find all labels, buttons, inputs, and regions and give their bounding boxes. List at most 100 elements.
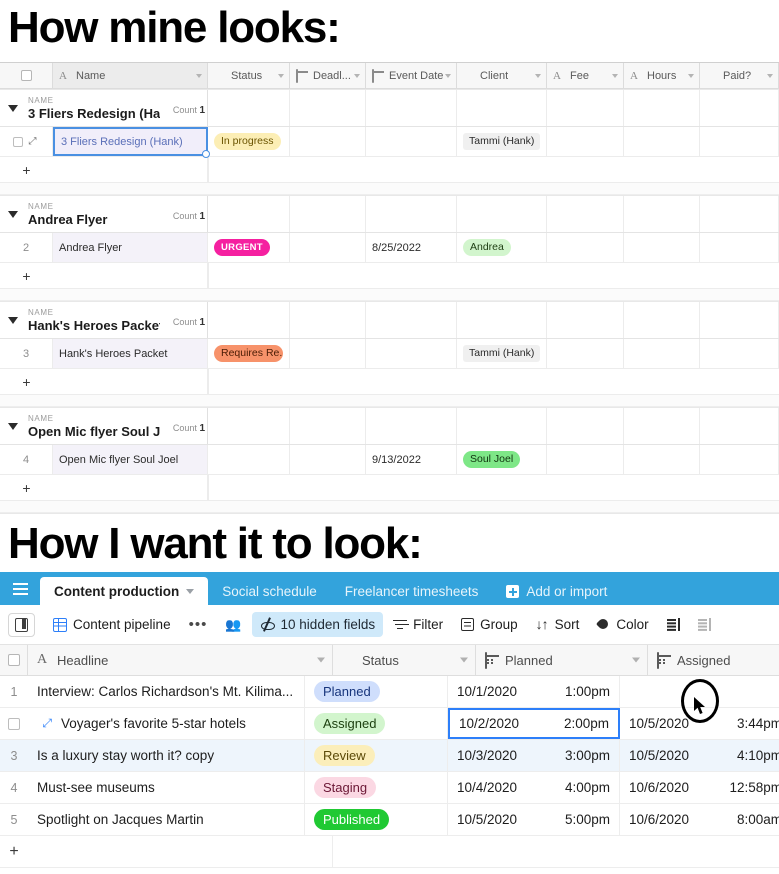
plus-icon[interactable]: + <box>0 481 53 495</box>
cell-status[interactable]: Staging <box>305 772 448 803</box>
chevron-down-icon[interactable] <box>535 73 541 78</box>
top-header-deadline[interactable]: Deadl... <box>290 63 366 88</box>
chevron-down-icon[interactable] <box>317 657 325 663</box>
plus-icon[interactable]: + <box>0 163 53 177</box>
cell-status[interactable]: URGENT <box>208 233 290 262</box>
header-status[interactable]: Status <box>333 645 476 675</box>
row-controls[interactable]: ⤢ <box>0 127 53 156</box>
cell-event-date[interactable] <box>366 127 457 156</box>
cell-hours[interactable] <box>624 127 700 156</box>
hidden-fields-button[interactable]: 10 hidden fields <box>251 612 384 637</box>
table-row[interactable]: 4 Must-see museums Staging 10/4/2020 4:0… <box>0 772 779 804</box>
cell-assigned[interactable]: 10/6/2020 8:00am <box>620 804 779 835</box>
cell-fee[interactable] <box>547 233 624 262</box>
hamburger-menu-icon[interactable] <box>0 572 40 605</box>
sidebar-toggle-button[interactable] <box>8 612 35 637</box>
collapse-triangle-icon[interactable] <box>8 316 18 324</box>
add-row-button[interactable]: + <box>0 263 779 289</box>
row-controls[interactable] <box>0 708 28 739</box>
cell-status[interactable] <box>208 445 290 474</box>
expand-record-button[interactable]: ⤢ <box>28 708 52 739</box>
checkbox-icon[interactable] <box>20 70 32 81</box>
cell-event-date[interactable]: 9/13/2022 <box>366 445 457 474</box>
top-header-select-all[interactable] <box>0 63 53 88</box>
group-header[interactable]: NAME Open Mic flyer Soul Joe Count 1 <box>0 407 779 445</box>
collapse-triangle-icon[interactable] <box>8 210 18 218</box>
cell-status[interactable]: Assigned <box>305 708 448 739</box>
collapse-triangle-icon[interactable] <box>8 104 18 112</box>
cell-assigned[interactable]: 10/5/2020 3:44pm <box>620 708 779 739</box>
color-button[interactable]: Color <box>589 612 656 637</box>
plus-icon[interactable]: + <box>0 375 53 389</box>
cell-client[interactable]: Soul Joel <box>457 445 547 474</box>
cell-deadline[interactable] <box>290 127 366 156</box>
table-row[interactable]: 2 Andrea Flyer URGENT 8/25/2022 Andrea <box>0 233 779 263</box>
cell-headline[interactable]: Spotlight on Jacques Martin <box>28 804 305 835</box>
top-header-paid[interactable]: Paid? <box>700 63 779 88</box>
cell-name[interactable]: Hank's Heroes Packet <box>53 339 208 368</box>
cell-hours[interactable] <box>624 339 700 368</box>
add-row-button[interactable]: + <box>0 836 779 868</box>
group-header[interactable]: NAME Andrea Flyer Count 1 <box>0 195 779 233</box>
top-header-status[interactable]: Status <box>208 63 290 88</box>
checkbox-icon[interactable] <box>8 717 20 730</box>
view-name-button[interactable]: Content pipeline <box>45 612 179 637</box>
cell-fee[interactable] <box>547 445 624 474</box>
cell-client[interactable]: Tammi (Hank) <box>457 127 547 156</box>
group-button[interactable]: Group <box>453 612 526 637</box>
header-select-all[interactable] <box>0 645 28 675</box>
cell-planned-selected[interactable]: 10/2/2020 2:00pm <box>448 708 620 739</box>
table-row[interactable]: 5 Spotlight on Jacques Martin Published … <box>0 804 779 836</box>
cell-name[interactable]: 3 Fliers Redesign (Hank) <box>53 127 210 158</box>
cell-paid[interactable] <box>700 339 779 368</box>
checkbox-icon[interactable] <box>7 654 20 666</box>
cell-status[interactable]: In progress <box>208 127 290 156</box>
top-header-fee[interactable]: Fee <box>547 63 624 88</box>
expand-record-icon[interactable]: ⤢ <box>42 716 52 731</box>
group-header-partial[interactable]: NAME <box>0 513 779 514</box>
tab-content-production[interactable]: Content production <box>40 577 209 605</box>
add-row-button[interactable]: + <box>0 157 779 183</box>
cell-event-date[interactable] <box>366 339 457 368</box>
chevron-down-icon[interactable] <box>196 73 202 78</box>
checkbox-icon[interactable] <box>12 136 23 147</box>
cell-paid[interactable] <box>700 445 779 474</box>
cell-name[interactable]: Open Mic flyer Soul Joel <box>53 445 208 474</box>
cell-paid[interactable] <box>700 127 779 156</box>
header-headline[interactable]: Headline <box>28 645 333 675</box>
cell-hours[interactable] <box>624 445 700 474</box>
header-assigned[interactable]: Assigned <box>648 645 779 675</box>
cell-status[interactable]: Published <box>305 804 448 835</box>
filter-button[interactable]: Filter <box>385 612 451 637</box>
cell-planned[interactable]: 10/1/2020 1:00pm <box>448 676 620 707</box>
cell-assigned[interactable]: 10/5/2020 4:10pm <box>620 740 779 771</box>
ellipsis-icon[interactable]: ••• <box>189 617 208 632</box>
plus-icon[interactable]: + <box>0 269 53 283</box>
cell-deadline[interactable] <box>290 339 366 368</box>
table-row[interactable]: ⤢ 3 Fliers Redesign (Hank) In progress T… <box>0 127 779 158</box>
plus-icon[interactable]: + <box>0 843 28 860</box>
cell-planned[interactable]: 10/4/2020 4:00pm <box>448 772 620 803</box>
cell-assigned[interactable]: 10/6/2020 12:58pm <box>620 772 779 803</box>
group-header[interactable]: NAME Hank's Heroes Packet Count 1 <box>0 301 779 339</box>
collapse-triangle-icon[interactable] <box>8 422 18 430</box>
cell-planned[interactable]: 10/5/2020 5:00pm <box>448 804 620 835</box>
cell-deadline[interactable] <box>290 445 366 474</box>
cell-assigned[interactable] <box>620 676 779 707</box>
chevron-down-icon[interactable] <box>767 73 773 78</box>
top-header-name[interactable]: Name <box>53 63 208 88</box>
cell-fee[interactable] <box>547 127 624 156</box>
view-more-button[interactable]: ••• <box>181 615 216 635</box>
cell-status[interactable]: Requires Re... <box>208 339 290 368</box>
cell-hours[interactable] <box>624 233 700 262</box>
table-row[interactable]: 3 Hank's Heroes Packet Requires Re... Ta… <box>0 339 779 369</box>
row-height-button[interactable] <box>659 613 688 636</box>
cell-client[interactable]: Tammi (Hank) <box>457 339 547 368</box>
header-planned[interactable]: Planned <box>476 645 648 675</box>
cell-event-date[interactable]: 8/25/2022 <box>366 233 457 262</box>
cell-paid[interactable] <box>700 233 779 262</box>
top-header-event-date[interactable]: Event Date <box>366 63 457 88</box>
cell-headline[interactable]: Interview: Carlos Richardson's Mt. Kilim… <box>28 676 305 707</box>
sort-button[interactable]: Sort <box>528 612 588 637</box>
share-view-button[interactable] <box>690 613 719 636</box>
